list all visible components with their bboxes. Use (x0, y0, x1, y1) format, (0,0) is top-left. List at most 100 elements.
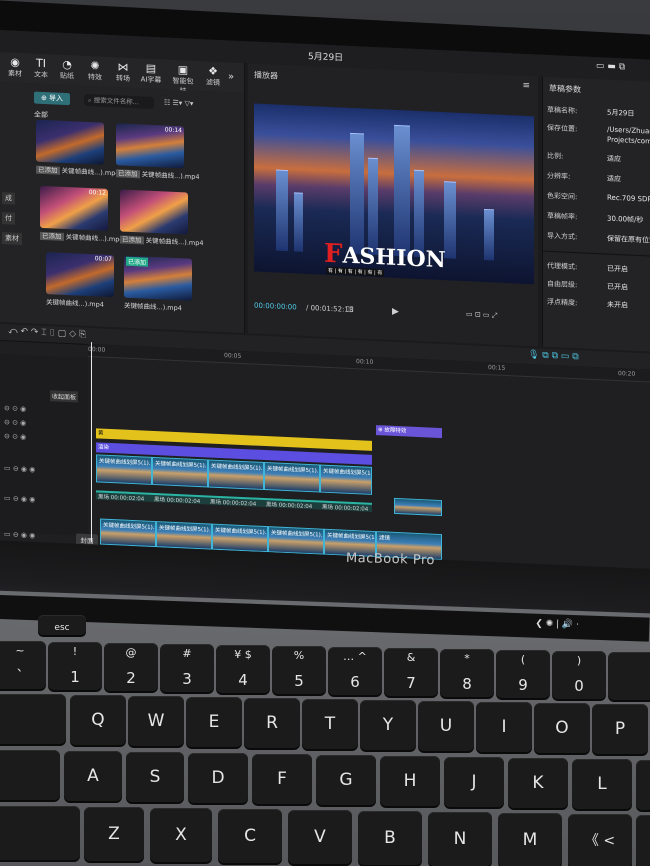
fit-icon[interactable]: ▭ ⊡ ▭ ⤢ (466, 310, 497, 320)
toolbar-ai-subtitle[interactable]: ▤ AI字幕 (138, 62, 164, 85)
key-c[interactable]: C (218, 809, 282, 863)
key-r[interactable]: R (244, 698, 300, 748)
track-controls-icon[interactable]: ⊖ ⊙ ◉ (4, 432, 26, 441)
key-i[interactable]: I (476, 702, 532, 752)
key-s[interactable]: S (126, 752, 184, 802)
key-t[interactable]: T (302, 699, 358, 749)
overlay-clip[interactable] (394, 497, 442, 517)
toolbar-media[interactable]: ◉ 素材 (2, 55, 28, 79)
key-backtick[interactable]: ~ ` (0, 641, 46, 689)
video-clip[interactable]: 关键帧曲线划屏5(1)... (96, 454, 152, 485)
audio-clip[interactable]: 黑场 00:00:02:04 (264, 497, 320, 510)
video-clip[interactable]: 关键帧曲线划屏5(1)... (152, 456, 208, 488)
sort-icon[interactable]: ☷ ☰▾ ▽▾ (164, 98, 193, 107)
toolbar-transition[interactable]: ⋈ 转场 (110, 60, 136, 84)
audio-clip[interactable]: 黑场 00:00:02:04 (152, 492, 208, 505)
touchbar-controls-icon[interactable]: ❮ ✺ | 🔊 · (535, 619, 579, 631)
toolbar-effects[interactable]: ✺ 特效 (82, 59, 108, 83)
audio-clip[interactable]: 黑场 00:00:02:04 (208, 495, 264, 507)
side-tab-3[interactable]: 素材 (2, 232, 22, 245)
text-icon: TI (36, 56, 46, 71)
key-0[interactable]: ) 0 (552, 651, 606, 699)
key-m[interactable]: M (498, 813, 562, 866)
key-z[interactable]: Z (84, 807, 144, 861)
track-controls-icon[interactable]: ▭ ⊖ ◉ ◉ (4, 464, 35, 473)
snap-icons[interactable]: 🎙 ⧉ ⧉ ▭ ⧉ (528, 350, 579, 362)
key-5[interactable]: % 5 (272, 646, 326, 694)
toolbar-filter[interactable]: ❖ 滤镜 (200, 64, 226, 88)
key-y[interactable]: Y (360, 700, 416, 750)
key-7[interactable]: & 7 (384, 648, 438, 696)
key-1[interactable]: ! 1 (48, 642, 102, 690)
side-tab-1[interactable]: 成 (2, 192, 15, 205)
media-thumb-2[interactable]: 00:14 (116, 123, 184, 169)
key-h[interactable]: H (380, 756, 440, 806)
video-clip[interactable]: 关键帧曲线划屏5(1)... (320, 464, 372, 495)
key-semicolon[interactable] (636, 760, 650, 810)
video-preview[interactable]: FASHION 有 | 有 | 有 | 有 | 有 | 有 (254, 103, 534, 285)
key-4[interactable]: ¥ $4 (216, 645, 270, 693)
key-d[interactable]: D (188, 753, 248, 803)
main-track-clip[interactable]: 关键帧曲线划屏5(1)... (100, 518, 156, 548)
all-filter-label[interactable]: 全部 (34, 110, 48, 121)
key-k[interactable]: K (508, 758, 568, 808)
main-track-clip[interactable]: 关键帧曲线划屏5(1)... (156, 521, 212, 550)
track-controls-icon[interactable]: ▭ ⊖ ◉ ◉ (4, 530, 35, 539)
media-thumb-4[interactable] (120, 189, 188, 235)
key-v[interactable]: V (288, 810, 352, 864)
play-icon[interactable]: ▶ (392, 307, 399, 317)
key-j[interactable]: J (444, 757, 504, 807)
playhead[interactable] (91, 342, 92, 543)
key-f[interactable]: F (252, 754, 312, 804)
prop-value: 30.00帧/秒 (607, 214, 644, 225)
audio-clip[interactable]: 黑场 00:00:02:04 (320, 500, 372, 512)
key-esc[interactable]: esc (38, 615, 86, 635)
effect-clip-glitch[interactable]: ⊕ 故障特效 (376, 425, 442, 439)
key-9[interactable]: (9 (496, 650, 550, 698)
key-minus[interactable] (608, 652, 650, 700)
key-shift[interactable] (0, 806, 80, 860)
video-clip[interactable]: 关键帧曲线划屏5(1)... (208, 459, 264, 490)
key-o[interactable]: O (534, 703, 590, 753)
key-6[interactable]: … ^ 6 (328, 647, 382, 695)
key-8[interactable]: * 8 (440, 649, 494, 697)
split-icon[interactable]: ▯▯ (346, 305, 354, 313)
key-n[interactable]: N (428, 812, 492, 866)
import-button[interactable]: ⊕ 导入 (34, 91, 70, 106)
key-w[interactable]: W (128, 696, 184, 746)
key-period[interactable] (636, 815, 650, 866)
audio-clip[interactable]: 黑场 00:00:02:04 (96, 490, 152, 502)
track-controls-icon[interactable]: ⊖ ⊙ ◉ (4, 404, 26, 413)
video-clip[interactable]: 关键帧曲线划屏5(1)... (264, 461, 320, 493)
side-tab-2[interactable]: 付 (2, 212, 15, 225)
toolbar-sticker[interactable]: ◔ 贴纸 (54, 58, 80, 81)
media-thumb-5[interactable]: 00:07 (46, 252, 114, 298)
layout-icon[interactable]: ▭ ▬ ⧉ (596, 61, 625, 72)
menu-icon[interactable]: ≡ (522, 81, 530, 91)
key-b[interactable]: B (358, 811, 422, 865)
key-comma[interactable]: 《 < (568, 814, 632, 866)
media-search-input[interactable]: ⌕ 搜索文件名称... (84, 93, 154, 109)
toolbar-text[interactable]: TI 文本 (28, 57, 54, 80)
key-u[interactable]: U (418, 701, 474, 751)
key-g[interactable]: G (316, 755, 376, 805)
key-l[interactable]: L (572, 759, 632, 809)
timeline-tool-icons[interactable]: ⤺ ↶ ↷ ⌶ ⌷ ▢ ◇ ⎘ (8, 326, 86, 340)
media-thumb-6[interactable]: 已添加 (124, 255, 192, 301)
key-e[interactable]: E (186, 697, 242, 747)
toolbar-more-icon[interactable]: » (228, 71, 234, 82)
media-thumb-1[interactable] (36, 119, 104, 165)
key-a[interactable]: A (64, 751, 122, 801)
main-track-clip[interactable]: 关键帧曲线划屏5(1)... (212, 523, 268, 553)
track-controls-icon[interactable]: ⊖ ⊙ ◉ (4, 418, 26, 427)
key-3[interactable]: #3 (160, 644, 214, 692)
key-x[interactable]: X (150, 808, 212, 862)
key-p[interactable]: P (592, 704, 648, 754)
track-controls-icon[interactable]: ▭ ⊖ ◉ ◉ (4, 494, 35, 503)
key-caps[interactable] (0, 750, 60, 800)
media-thumb-3[interactable]: 00:12 (40, 185, 108, 231)
key-2[interactable]: @2 (104, 643, 158, 691)
main-track-clip[interactable]: 关键帧曲线划屏5(1)... (268, 526, 324, 555)
key-q[interactable]: Q (70, 695, 126, 745)
key-tab[interactable] (0, 694, 66, 744)
